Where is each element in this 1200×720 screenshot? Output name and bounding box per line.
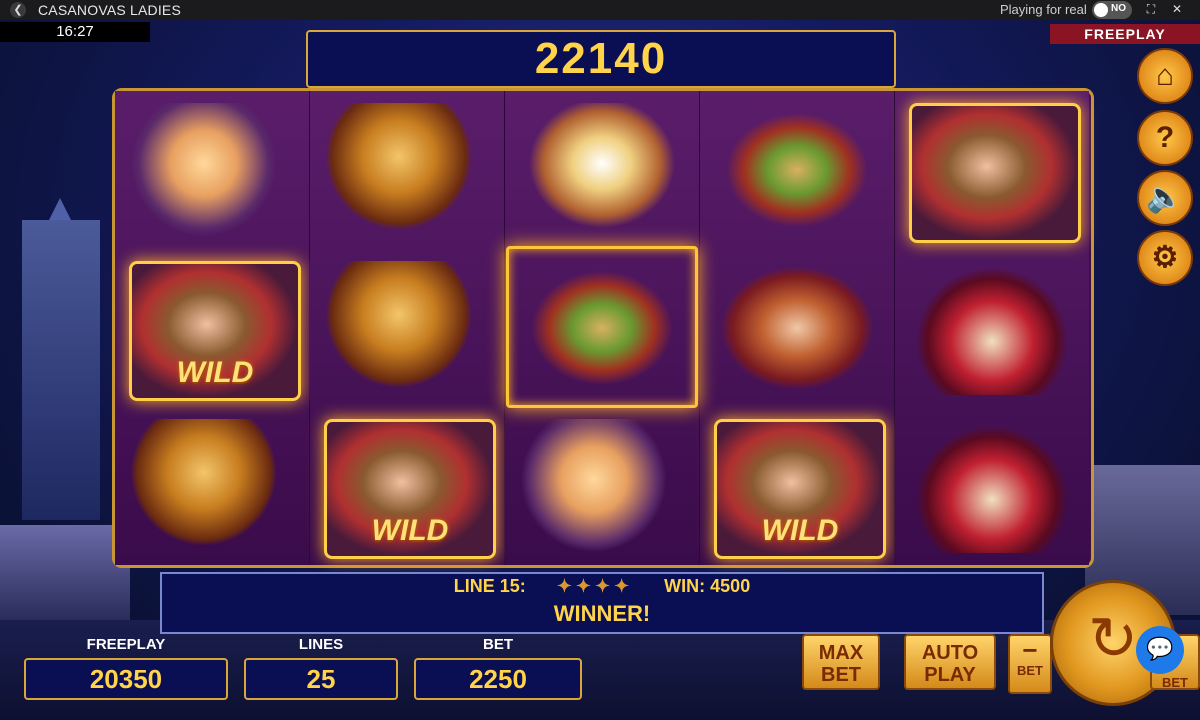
max-bet-button[interactable]: MAX BET bbox=[802, 634, 880, 690]
reel-cell bbox=[505, 407, 699, 565]
line-number: LINE 15: bbox=[453, 576, 526, 596]
winning-symbol-highlight bbox=[506, 246, 698, 408]
fan-symbol bbox=[909, 419, 1075, 553]
freeplay-stat: FREEPLAY 20350 bbox=[24, 636, 228, 700]
casanova-symbol bbox=[909, 103, 1081, 243]
line-bird-icons: ✦✦✦✦ bbox=[556, 576, 634, 596]
mask-lady-symbol bbox=[519, 103, 685, 237]
rose-symbol bbox=[324, 261, 490, 395]
reel-2: WILD bbox=[310, 91, 505, 565]
reel-cell: WILD bbox=[115, 249, 309, 407]
reel-cell bbox=[700, 91, 894, 249]
reel-cell bbox=[505, 91, 699, 249]
reel-1: WILD bbox=[115, 91, 310, 565]
winner-message: WINNER! bbox=[553, 601, 651, 626]
home-icon[interactable]: ⌂ bbox=[1137, 48, 1193, 104]
wild-symbol: WILD bbox=[324, 419, 496, 559]
wild-label: WILD bbox=[761, 514, 839, 547]
line-win-panel: LINE 15: ✦✦✦✦ WIN: 4500 WINNER! bbox=[160, 572, 1044, 634]
total-win-display: 22140 bbox=[306, 30, 896, 88]
toggle-label: NO bbox=[1111, 3, 1126, 14]
wild-label: WILD bbox=[371, 514, 449, 547]
gear-icon[interactable]: ⚙ bbox=[1137, 230, 1193, 286]
line-win-row: LINE 15: ✦✦✦✦ WIN: 4500 bbox=[162, 576, 1042, 597]
max-bet-bottom: BET bbox=[821, 664, 861, 686]
help-icon[interactable]: ? bbox=[1137, 110, 1193, 166]
sound-off-icon[interactable]: 🔈 bbox=[1137, 170, 1193, 226]
reel-cell bbox=[115, 407, 309, 565]
auto-play-top: AUTO bbox=[921, 642, 979, 664]
rose-symbol bbox=[324, 103, 490, 237]
reel-cell bbox=[310, 91, 504, 249]
minus-icon: − bbox=[1022, 635, 1038, 665]
rose-symbol bbox=[129, 419, 295, 553]
freeplay-label: FREEPLAY bbox=[86, 636, 166, 653]
flower-lady-symbol bbox=[714, 261, 880, 395]
real-money-toggle[interactable]: NO bbox=[1092, 1, 1132, 19]
window-titlebar: ❮ CASANOVAS LADIES Playing for real NO ⛶… bbox=[0, 0, 1200, 20]
bet-stat: BET 2250 bbox=[414, 636, 582, 700]
fan-symbol bbox=[909, 261, 1075, 395]
game-title: CASANOVAS LADIES bbox=[38, 2, 181, 18]
decrease-bet-label: BET bbox=[1017, 663, 1043, 678]
reel-cell bbox=[700, 249, 894, 407]
cupid-symbol bbox=[519, 419, 685, 553]
wild-symbol: WILD bbox=[714, 419, 886, 559]
reel-cell bbox=[895, 91, 1089, 249]
freeplay-badge: FREEPLAY bbox=[1050, 24, 1200, 44]
play-mode-label: Playing for real bbox=[1000, 2, 1087, 17]
toggle-knob bbox=[1094, 3, 1108, 17]
wild-label: WILD bbox=[176, 356, 254, 389]
bet-label: BET bbox=[483, 636, 513, 653]
bird-symbol bbox=[714, 103, 880, 237]
reel-cell bbox=[895, 407, 1089, 565]
increase-bet-label: BET bbox=[1162, 675, 1188, 690]
reel-cell bbox=[895, 249, 1089, 407]
back-arrow-icon[interactable]: ❮ bbox=[10, 2, 26, 18]
reel-4: WILD bbox=[700, 91, 895, 565]
reel-cell: WILD bbox=[310, 407, 504, 565]
chat-icon[interactable]: 💬 bbox=[1136, 626, 1184, 674]
clock: 16:27 bbox=[0, 22, 150, 42]
auto-play-button[interactable]: AUTO PLAY bbox=[904, 634, 996, 690]
wild-symbol: WILD bbox=[129, 261, 301, 401]
lines-label: LINES bbox=[298, 636, 344, 653]
total-win-value: 22140 bbox=[534, 34, 668, 83]
cupid-symbol bbox=[129, 103, 295, 237]
palace-left bbox=[0, 525, 130, 620]
reel-cell bbox=[115, 91, 309, 249]
auto-play-bottom: PLAY bbox=[924, 664, 976, 686]
fullscreen-icon[interactable]: ⛶ bbox=[1144, 2, 1158, 16]
reel-cell bbox=[310, 249, 504, 407]
bet-value: 2250 bbox=[414, 658, 582, 700]
reel-5 bbox=[895, 91, 1089, 565]
reel-cell: WILD bbox=[700, 407, 894, 565]
lines-stat: LINES 25 bbox=[244, 636, 398, 700]
freeplay-value: 20350 bbox=[24, 658, 228, 700]
max-bet-top: MAX bbox=[818, 642, 864, 664]
bell-tower bbox=[22, 220, 100, 520]
line-win-amount: WIN: 4500 bbox=[664, 576, 751, 596]
decrease-bet-button[interactable]: − BET bbox=[1008, 634, 1052, 694]
lines-value: 25 bbox=[244, 658, 398, 700]
close-icon[interactable]: ✕ bbox=[1170, 2, 1184, 16]
